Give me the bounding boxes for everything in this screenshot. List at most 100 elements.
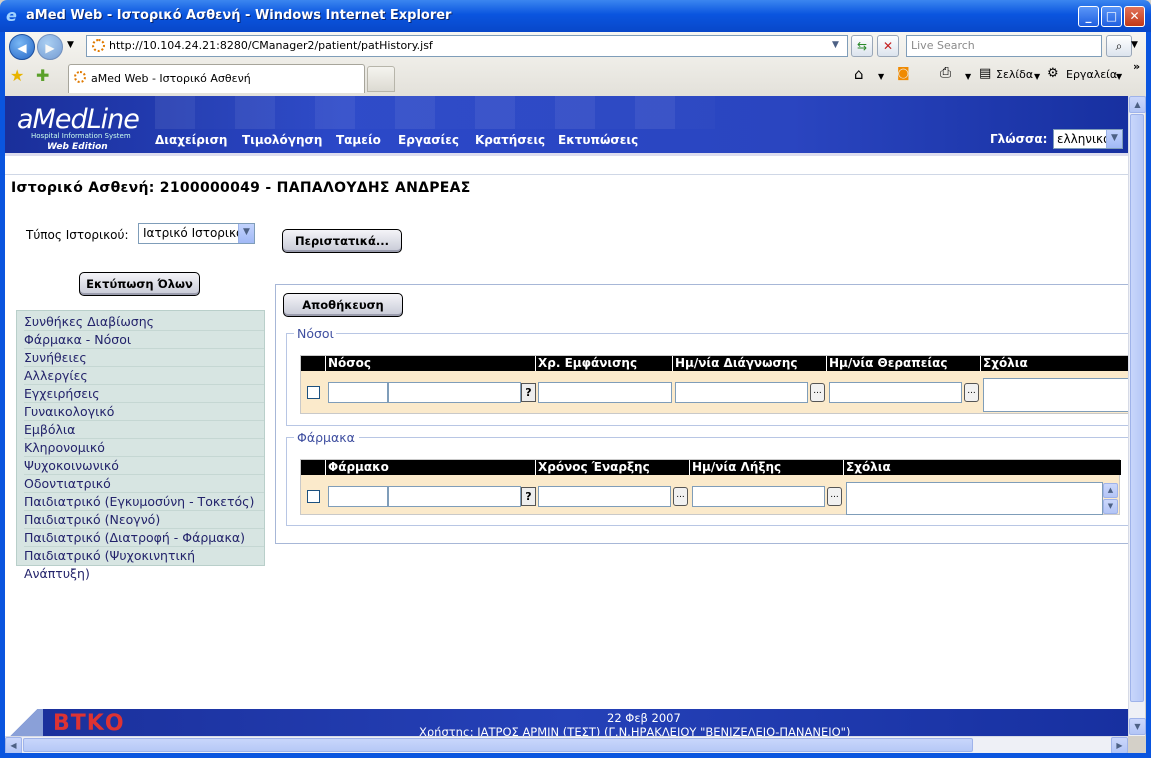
forward-icon[interactable]: ▶ <box>37 34 63 60</box>
menu-printouts[interactable]: Εκτυπώσεις <box>558 133 638 147</box>
search-options-icon[interactable]: ▼ <box>1131 40 1138 50</box>
disease-lookup-button[interactable]: ? <box>521 383 536 402</box>
window-title: aMed Web - Ιστορικό Ασθενή - Windows Int… <box>26 8 452 23</box>
sidebar-item-living-conditions[interactable]: Συνθήκες Διαβίωσης <box>24 313 264 331</box>
history-type-value: Ιατρικό Ιστορικό <box>143 226 244 240</box>
horizontal-scrollbar[interactable]: ◀ ▶ <box>5 736 1128 754</box>
page-menu[interactable]: Σελίδα <box>996 68 1033 81</box>
incidents-button[interactable]: Περιστατικά... <box>282 229 402 253</box>
scroll-thumb[interactable] <box>1130 114 1144 702</box>
onset-input[interactable] <box>538 382 672 403</box>
treatment-date-picker-button[interactable]: ... <box>964 383 979 402</box>
disease-name-input[interactable] <box>388 382 521 403</box>
address-dropdown-icon[interactable]: ▼ <box>832 40 839 50</box>
diseases-grid: Νόσος Χρ. Εμφάνισης Ημ/νία Διάγνωσης Ημ/… <box>300 355 1128 414</box>
sidebar-item-pediatric-pregnancy[interactable]: Παιδιατρικό (Εγκυμοσύνη - Τοκετός) <box>24 493 264 511</box>
page-icon <box>92 39 105 52</box>
home-icon[interactable]: ⌂ <box>854 65 864 83</box>
disease-code-input[interactable] <box>328 382 388 403</box>
menu-tasks[interactable]: Εργασίες <box>398 133 459 147</box>
new-tab-button[interactable] <box>367 66 395 92</box>
save-button[interactable]: Αποθήκευση <box>283 293 403 317</box>
footer-date: 22 Φεβ 2007 <box>607 711 681 725</box>
address-bar[interactable]: http://10.104.24.21:8280/CManager2/patie… <box>86 35 848 57</box>
back-icon[interactable]: ◀ <box>9 34 35 60</box>
home-dropdown-icon[interactable]: ▼ <box>878 72 884 81</box>
drug-code-input[interactable] <box>328 486 388 507</box>
vertical-scrollbar[interactable]: ▲ ▼ <box>1128 96 1146 736</box>
history-dropdown-icon[interactable]: ▼ <box>67 40 74 50</box>
refresh-icon[interactable]: ⇆ <box>851 35 873 57</box>
search-icon[interactable]: ⌕ <box>1106 35 1132 57</box>
scroll-right-icon[interactable]: ▶ <box>1111 737 1128 754</box>
chevron-down-icon[interactable]: ▼ <box>238 224 254 243</box>
rss-feed-icon[interactable]: ◙ <box>897 66 910 81</box>
grid-header-select <box>301 356 326 371</box>
window-border-left <box>0 32 5 758</box>
sidebar-item-dental[interactable]: Οδοντιατρικό <box>24 475 264 493</box>
sidebar-item-surgeries[interactable]: Εγχειρήσεις <box>24 385 264 403</box>
print-all-button[interactable]: Εκτύπωση Όλων <box>79 272 200 296</box>
menu-bookings[interactable]: Κρατήσεις <box>475 133 545 147</box>
maximize-button[interactable]: □ <box>1101 6 1122 27</box>
drug-name-input[interactable] <box>388 486 521 507</box>
chevron-down-icon[interactable]: ▼ <box>1106 130 1122 148</box>
tab-active[interactable]: aMed Web - Ιστορικό Ασθενή <box>68 64 365 93</box>
chevron-more-icon[interactable]: » <box>1133 60 1140 73</box>
menu-management[interactable]: Διαχείριση <box>155 133 227 147</box>
tools-dropdown-icon[interactable]: ▼ <box>1116 72 1122 81</box>
sidebar-item-pediatric-newborn[interactable]: Παιδιατρικό (Νεογνό) <box>24 511 264 529</box>
search-input[interactable]: Live Search <box>906 35 1102 57</box>
scroll-down-icon[interactable]: ▼ <box>1103 499 1118 514</box>
stop-icon[interactable]: ✕ <box>877 35 899 57</box>
start-time-picker-button[interactable]: ... <box>673 487 688 506</box>
grid-header-treatment-date: Ημ/νία Θεραπείας <box>827 356 981 371</box>
sidebar-item-pediatric-nutrition[interactable]: Παιδιατρικό (Διατροφή - Φάρμακα) <box>24 529 264 547</box>
add-favorite-icon[interactable]: ✚ <box>36 66 49 85</box>
disease-comments-textarea[interactable] <box>983 378 1128 412</box>
treatment-date-input[interactable] <box>829 382 962 403</box>
sidebar-item-allergies[interactable]: Αλλεργίες <box>24 367 264 385</box>
grid-header-select <box>301 460 326 475</box>
scroll-up-icon[interactable]: ▲ <box>1103 483 1118 498</box>
sidebar-item-hereditary[interactable]: Κληρονομικό <box>24 439 264 457</box>
row-checkbox[interactable] <box>307 386 320 399</box>
title-bar[interactable]: e aMed Web - Ιστορικό Ασθενή - Windows I… <box>0 0 1151 32</box>
history-type-select[interactable]: Ιατρικό Ιστορικό ▼ <box>138 223 255 244</box>
tab-page-icon <box>74 71 86 83</box>
tools-menu[interactable]: Εργαλεία <box>1066 68 1117 81</box>
grid-header-start-time: Χρόνος Έναρξης <box>536 460 690 475</box>
start-time-input[interactable] <box>538 486 671 507</box>
sidebar-item-drugs-diseases[interactable]: Φάρμακα - Νόσοι <box>24 331 264 349</box>
grid-header-drug: Φάρμακο <box>326 460 536 475</box>
favorites-star-icon[interactable]: ★ <box>10 66 24 85</box>
drug-comments-textarea[interactable] <box>846 482 1103 515</box>
sidebar-item-psychosocial[interactable]: Ψυχοκοινωνικό <box>24 457 264 475</box>
sidebar-item-vaccines[interactable]: Εμβόλια <box>24 421 264 439</box>
sidebar-item-habits[interactable]: Συνήθειες <box>24 349 264 367</box>
close-button[interactable]: ✕ <box>1124 6 1145 27</box>
end-date-picker-button[interactable]: ... <box>827 487 842 506</box>
language-select[interactable]: ελληνικά ▼ <box>1053 129 1123 149</box>
scroll-down-icon[interactable]: ▼ <box>1129 718 1146 735</box>
sidebar-item-pediatric-development[interactable]: Παιδιατρικό (Ψυχοκινητική Ανάπτυξη) <box>24 547 264 581</box>
sidebar-item-gynecological[interactable]: Γυναικολογικό <box>24 403 264 421</box>
app-footer: ΒΤΚΟ 22 Φεβ 2007 Χρήστης: ΙΑΤΡΟΣ ΑΡΜΙΝ (… <box>5 709 1128 736</box>
scroll-thumb[interactable] <box>23 738 973 752</box>
gear-icon: ⚙ <box>1047 66 1059 81</box>
menu-invoicing[interactable]: Τιμολόγηση <box>242 133 322 147</box>
menu-cashier[interactable]: Ταμείο <box>336 133 381 147</box>
page-menu-dropdown-icon[interactable]: ▼ <box>1034 72 1040 81</box>
scroll-left-icon[interactable]: ◀ <box>5 737 22 754</box>
print-icon[interactable]: ⎙ <box>940 65 951 81</box>
diagnosis-date-input[interactable] <box>675 382 808 403</box>
app-logo: aMedLine <box>17 104 140 135</box>
end-date-input[interactable] <box>692 486 825 507</box>
minimize-button[interactable]: _ <box>1078 6 1099 27</box>
diagnosis-date-picker-button[interactable]: ... <box>810 383 825 402</box>
print-dropdown-icon[interactable]: ▼ <box>965 72 971 81</box>
scroll-up-icon[interactable]: ▲ <box>1129 96 1146 113</box>
drug-lookup-button[interactable]: ? <box>521 487 536 506</box>
row-checkbox[interactable] <box>307 490 320 503</box>
logo-subtitle: Hospital Information System <box>31 132 131 140</box>
